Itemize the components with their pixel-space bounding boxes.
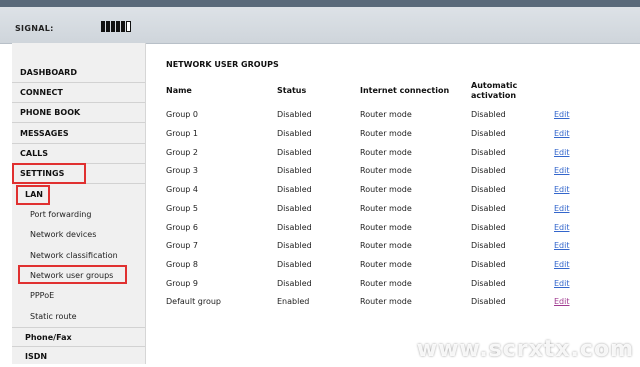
cell-internet-connection: Router mode — [360, 110, 412, 119]
edit-link[interactable]: Edit — [554, 223, 570, 232]
cell-status: Disabled — [277, 129, 312, 138]
sidebar-item-phone-book[interactable]: PHONE BOOK — [12, 103, 145, 123]
cell-internet-connection: Router mode — [360, 297, 412, 306]
cell-status: Disabled — [277, 166, 312, 175]
cell-status: Disabled — [277, 110, 312, 119]
sidebar-subitem-network-devices[interactable]: Network devices — [12, 225, 145, 245]
highlight-settings — [12, 163, 86, 184]
cell-automatic-activation: Disabled — [471, 297, 506, 306]
cell-automatic-activation: Disabled — [471, 260, 506, 269]
cell-status: Disabled — [277, 204, 312, 213]
signal-bar-empty — [126, 21, 131, 32]
sidebar-item-calls[interactable]: CALLS — [12, 144, 145, 164]
cell-internet-connection: Router mode — [360, 260, 412, 269]
highlight-network-user-groups — [18, 265, 127, 284]
edit-link[interactable]: Edit — [554, 166, 570, 175]
cell-automatic-activation: Disabled — [471, 110, 506, 119]
cell-internet-connection: Router mode — [360, 148, 412, 157]
column-header-name: Name — [166, 86, 192, 95]
highlight-lan — [16, 185, 50, 205]
column-header-internet-connection: Internet connection — [360, 86, 450, 95]
cell-automatic-activation: Disabled — [471, 279, 506, 288]
edit-link[interactable]: Edit — [554, 185, 570, 194]
cell-internet-connection: Router mode — [360, 129, 412, 138]
cell-automatic-activation: Disabled — [471, 241, 506, 250]
edit-link[interactable]: Edit — [554, 297, 570, 306]
sidebar-item-messages[interactable]: MESSAGES — [12, 124, 145, 144]
signal-bar — [101, 21, 105, 32]
sidebar-subitem-network-classification[interactable]: Network classification — [12, 246, 145, 266]
edit-link[interactable]: Edit — [554, 279, 570, 288]
cell-internet-connection: Router mode — [360, 241, 412, 250]
signal-bar — [106, 21, 110, 32]
cell-internet-connection: Router mode — [360, 185, 412, 194]
sidebar-subitem-port-forwarding[interactable]: Port forwarding — [12, 205, 145, 225]
edit-link[interactable]: Edit — [554, 204, 570, 213]
sidebar-item-phone-fax[interactable]: Phone/Fax — [12, 327, 145, 347]
edit-link[interactable]: Edit — [554, 110, 570, 119]
cell-name: Group 6 — [166, 223, 198, 232]
signal-bar — [111, 21, 115, 32]
cell-internet-connection: Router mode — [360, 204, 412, 213]
cell-automatic-activation: Disabled — [471, 148, 506, 157]
sidebar-item-dashboard[interactable]: DASHBOARD — [12, 63, 145, 83]
cell-name: Group 5 — [166, 204, 198, 213]
cell-name: Group 0 — [166, 110, 198, 119]
sidebar-item-connect[interactable]: CONNECT — [12, 83, 145, 103]
cell-automatic-activation: Disabled — [471, 223, 506, 232]
cell-name: Group 1 — [166, 129, 198, 138]
cell-status: Disabled — [277, 260, 312, 269]
cell-automatic-activation: Disabled — [471, 166, 506, 175]
cell-status: Disabled — [277, 241, 312, 250]
top-strip — [0, 0, 640, 7]
edit-link[interactable]: Edit — [554, 129, 570, 138]
column-header-status: Status — [277, 86, 307, 95]
signal-label: SIGNAL: — [15, 24, 54, 33]
cell-automatic-activation: Disabled — [471, 129, 506, 138]
cell-status: Disabled — [277, 148, 312, 157]
cell-name: Group 2 — [166, 148, 198, 157]
edit-link[interactable]: Edit — [554, 241, 570, 250]
cell-automatic-activation: Disabled — [471, 204, 506, 213]
cell-status: Disabled — [277, 223, 312, 232]
sidebar-subitem-static-route[interactable]: Static route — [12, 307, 145, 327]
cell-name: Default group — [166, 297, 222, 306]
cell-internet-connection: Router mode — [360, 279, 412, 288]
signal-bar — [121, 21, 125, 32]
cell-status: Disabled — [277, 185, 312, 194]
cell-name: Group 4 — [166, 185, 198, 194]
cell-automatic-activation: Disabled — [471, 185, 506, 194]
cell-status: Enabled — [277, 297, 310, 306]
signal-bar — [116, 21, 120, 32]
cell-status: Disabled — [277, 279, 312, 288]
cell-name: Group 7 — [166, 241, 198, 250]
sidebar-item-isdn[interactable]: ISDN — [12, 347, 145, 367]
sidebar-subitem-pppoe[interactable]: PPPoE — [12, 286, 145, 306]
cell-name: Group 8 — [166, 260, 198, 269]
cell-internet-connection: Router mode — [360, 166, 412, 175]
cell-name: Group 9 — [166, 279, 198, 288]
page-title: NETWORK USER GROUPS — [166, 60, 279, 69]
header-bar: SIGNAL: — [0, 7, 640, 44]
column-header-automatic-activation: Automatic activation — [471, 81, 518, 100]
cell-internet-connection: Router mode — [360, 223, 412, 232]
watermark: www.scrxtx.com — [416, 337, 634, 362]
signal-strength-icon — [101, 21, 131, 32]
cell-name: Group 3 — [166, 166, 198, 175]
edit-link[interactable]: Edit — [554, 260, 570, 269]
edit-link[interactable]: Edit — [554, 148, 570, 157]
